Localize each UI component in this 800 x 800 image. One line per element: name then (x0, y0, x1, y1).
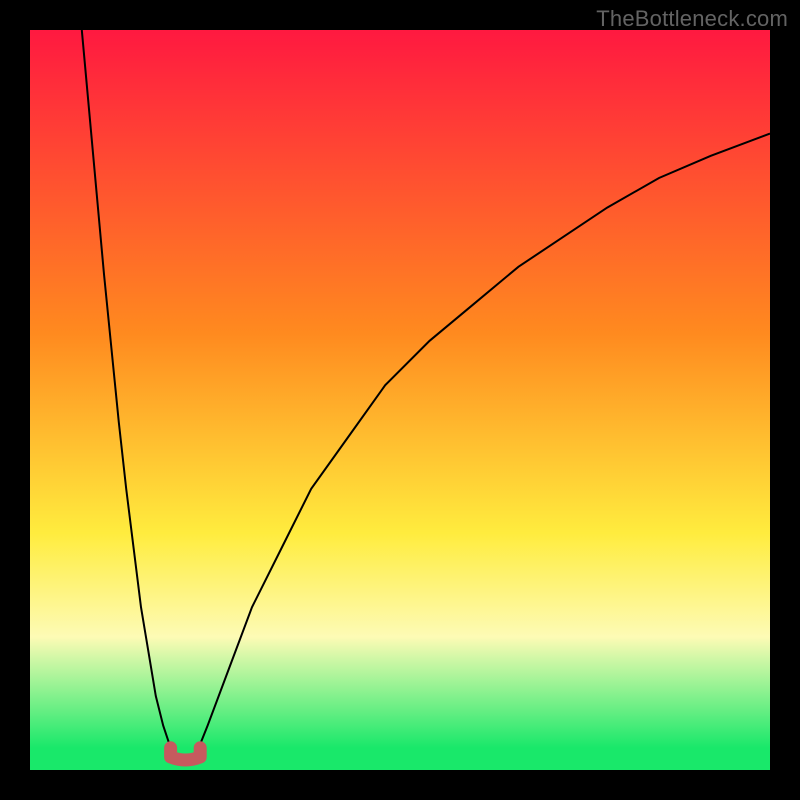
curve-layer (30, 30, 770, 770)
chart-frame: TheBottleneck.com (0, 0, 800, 800)
curve-left-branch (82, 30, 178, 763)
curve-right-branch (193, 134, 770, 763)
plot-area (30, 30, 770, 770)
watermark-text: TheBottleneck.com (596, 6, 788, 32)
bottleneck-marker-icon (171, 748, 201, 760)
